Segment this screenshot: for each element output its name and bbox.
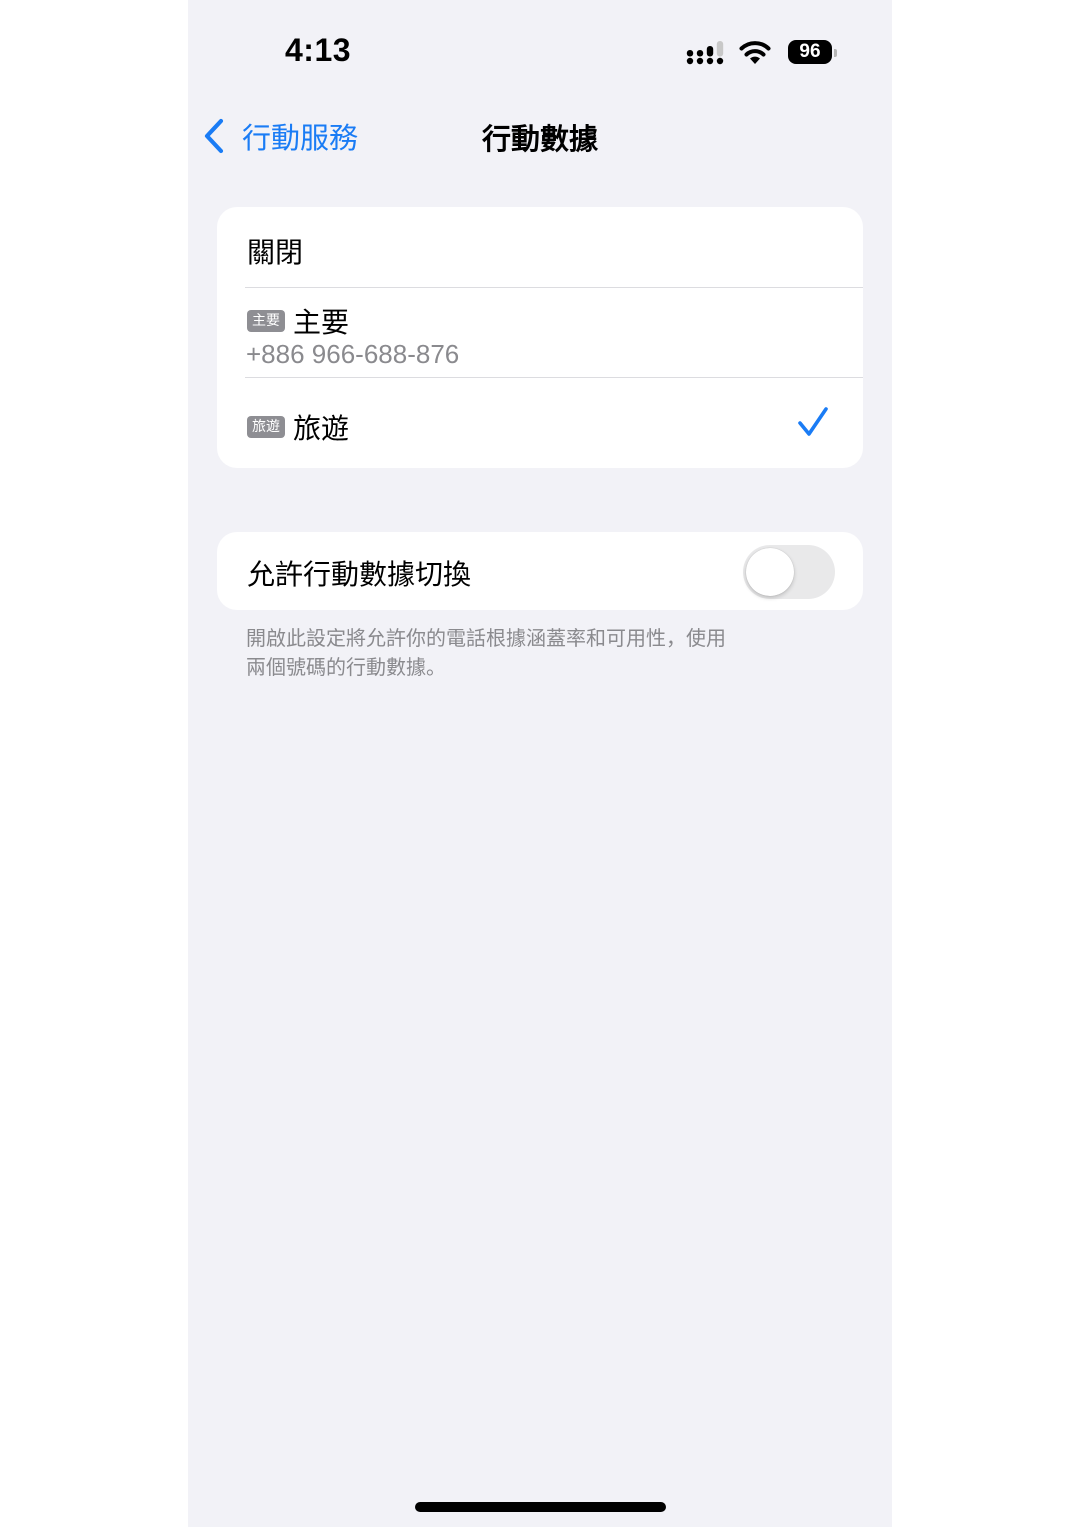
data-switching-footnote: 開啟此設定將允許你的電話根據涵蓋率和可用性，使用 兩個號碼的行動數據。 <box>246 624 836 682</box>
cellular-signal-icon <box>686 41 724 65</box>
option-travel-title: 旅遊 旅遊 <box>247 407 349 447</box>
battery-icon: 96 <box>788 40 837 64</box>
option-primary-label: 主要 <box>293 306 350 339</box>
option-travel[interactable]: 旅遊 旅遊 <box>217 378 863 468</box>
page-title: 行動數據 <box>481 122 598 156</box>
footnote-line-2: 兩個號碼的行動數據。 <box>246 655 446 679</box>
toggle-knob <box>746 548 794 596</box>
option-travel-label: 旅遊 <box>293 412 350 445</box>
sim-badge-primary: 主要 <box>247 310 285 332</box>
option-off[interactable]: 關閉 <box>217 207 863 287</box>
data-switching-toggle[interactable] <box>743 545 835 599</box>
screen: 4:13 96 行動服務 行動數據 關閉 主要 主要 +886 966-688-… <box>188 0 892 1527</box>
data-switching-group: 允許行動數據切換 <box>217 532 863 610</box>
data-switching-label: 允許行動數據切換 <box>247 558 472 591</box>
battery-cap <box>834 49 837 57</box>
home-indicator[interactable] <box>415 1502 666 1512</box>
footnote-line-1: 開啟此設定將允許你的電話根據涵蓋率和可用性，使用 <box>246 626 726 650</box>
option-primary-title: 主要 主要 <box>247 301 349 341</box>
option-off-label: 關閉 <box>247 236 304 269</box>
status-time: 4:13 <box>285 32 352 68</box>
data-line-list: 關閉 主要 主要 +886 966-688-876 旅遊 旅遊 <box>217 207 863 468</box>
sim-badge-travel: 旅遊 <box>247 416 285 438</box>
option-primary[interactable]: 主要 主要 +886 966-688-876 <box>217 288 863 377</box>
wifi-icon <box>739 41 771 64</box>
phone-number: +886 966-688-876 <box>246 339 460 369</box>
battery-level: 96 <box>799 41 821 62</box>
checkmark-icon <box>798 407 828 436</box>
